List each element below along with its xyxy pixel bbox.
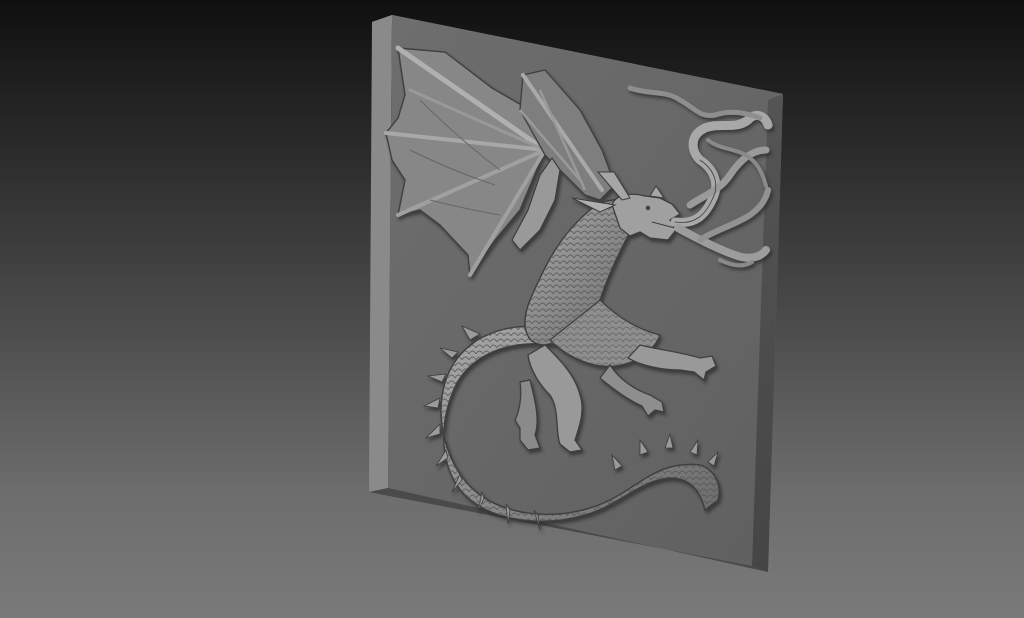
dragon-eye: [645, 205, 651, 211]
viewport: [0, 0, 1024, 618]
panel-left-edge: [369, 15, 392, 492]
dragon-relief-render: [369, 15, 783, 572]
